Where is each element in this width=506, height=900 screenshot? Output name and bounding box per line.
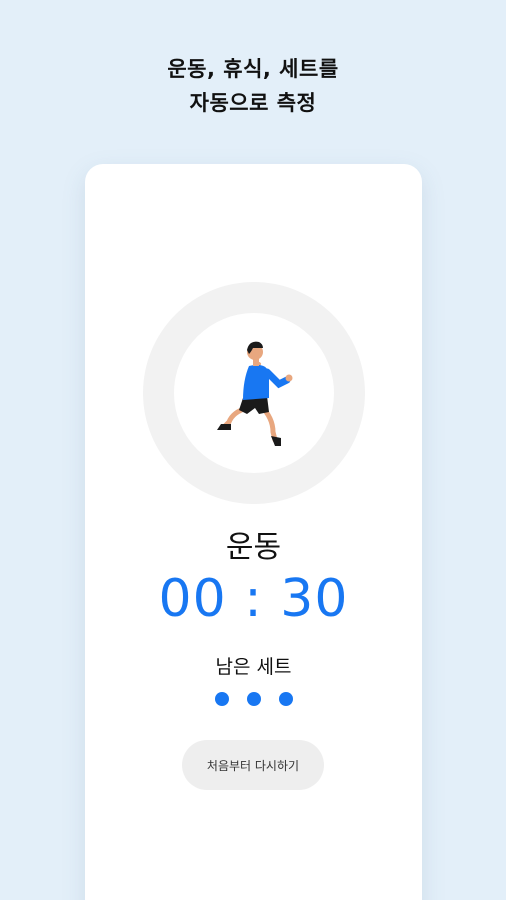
- promo-headline: 운동, 휴식, 세트를 자동으로 측정: [0, 52, 506, 120]
- restart-button[interactable]: 처음부터 다시하기: [182, 740, 324, 790]
- runner-illustration: [217, 341, 293, 446]
- timer-card: 운동 00 : 30 남은 세트 처음부터 다시하기: [85, 164, 422, 900]
- remaining-sets-indicator: [85, 692, 422, 706]
- progress-ring: [143, 282, 365, 504]
- progress-ring-center: [174, 313, 334, 473]
- remaining-sets-label: 남은 세트: [215, 656, 292, 678]
- headline-line-2: 자동으로 측정: [189, 91, 317, 115]
- set-dot: [214, 692, 229, 706]
- app-screen: 운동, 휴식, 세트를 자동으로 측정 운동 00: 30 남은 세트 처음부…: [0, 0, 506, 900]
- set-dot: [246, 692, 261, 706]
- headline-line-1: 운동, 휴식, 세트를: [167, 57, 339, 81]
- set-dot: [278, 692, 293, 706]
- countdown-timer: 00 : 30: [158, 569, 349, 629]
- phase-label: 운동: [225, 530, 282, 565]
